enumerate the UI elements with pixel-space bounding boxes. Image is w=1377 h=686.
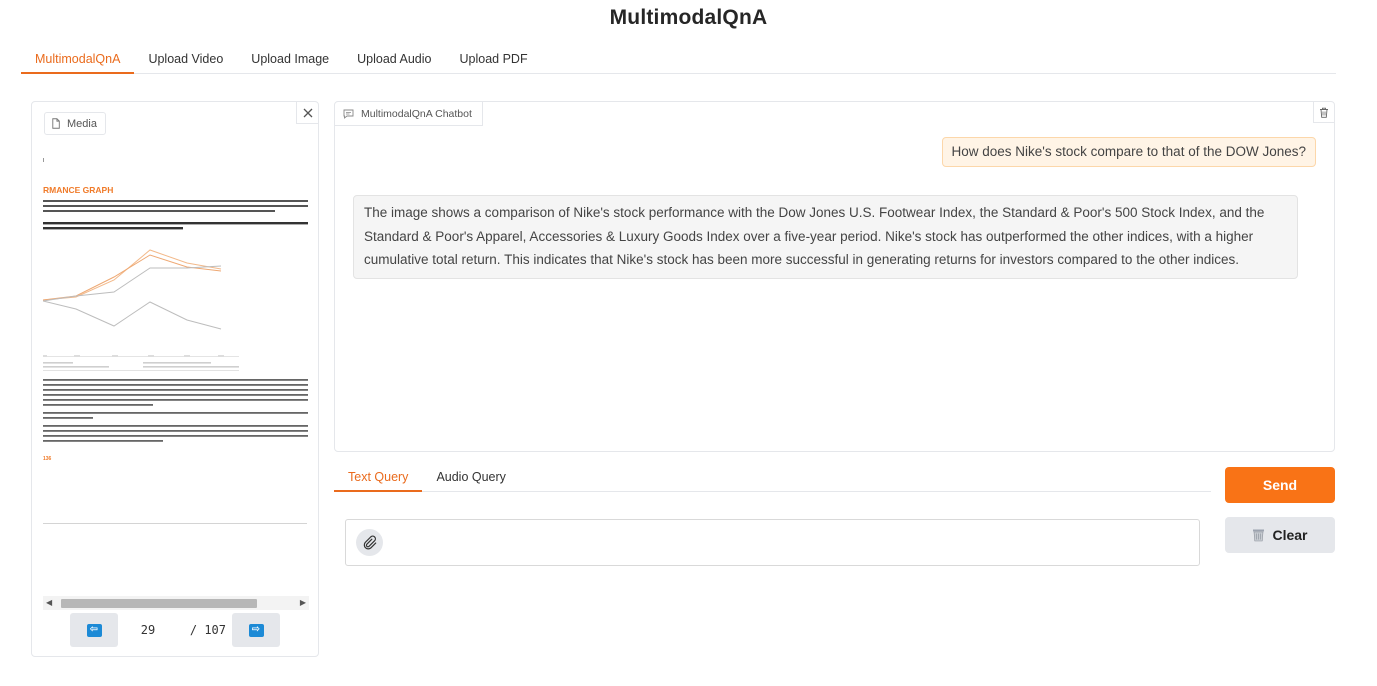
chatbot-label: MultimodalQnA Chatbot — [335, 102, 483, 126]
tab-upload-video[interactable]: Upload Video — [134, 44, 237, 74]
tab-multimodalqna[interactable]: MultimodalQnA — [21, 44, 135, 74]
query-tabs: Text Query Audio Query — [334, 466, 1211, 492]
close-icon[interactable] — [296, 102, 318, 124]
media-panel: Media RMANCE GRAPH 136 ◀ ▶ ⇦ 29 / 107 ⇨ — [31, 101, 319, 657]
pdf-footer-marker: 136 — [43, 456, 52, 462]
app-title: MultimodalQnA — [609, 6, 768, 29]
bot-message: The image shows a comparison of Nike's s… — [353, 195, 1298, 279]
pdf-page-image: RMANCE GRAPH 136 — [43, 158, 308, 462]
main-tabs: MultimodalQnA Upload Video Upload Image … — [21, 44, 1336, 74]
clear-button-label: Clear — [1272, 527, 1308, 543]
page-number[interactable]: 29 — [118, 623, 178, 637]
tab-upload-audio[interactable]: Upload Audio — [343, 44, 445, 74]
scroll-left-icon[interactable]: ◀ — [46, 598, 52, 607]
media-label: Media — [44, 112, 106, 135]
media-label-text: Media — [67, 117, 97, 130]
arrow-left-icon: ⇦ — [86, 623, 102, 637]
prev-page-button[interactable]: ⇦ — [70, 613, 118, 647]
paperclip-icon[interactable] — [356, 529, 383, 556]
chat-bubble-icon — [343, 109, 354, 119]
scroll-right-icon[interactable]: ▶ — [300, 598, 306, 607]
arrow-right-icon: ⇨ — [248, 623, 264, 637]
text-query-input[interactable] — [345, 519, 1200, 566]
pdf-divider — [43, 523, 307, 524]
pdf-heading: RMANCE GRAPH — [43, 185, 113, 195]
tab-audio-query[interactable]: Audio Query — [422, 466, 519, 492]
send-button[interactable]: Send — [1225, 467, 1335, 503]
trash-can-icon — [1253, 529, 1265, 542]
chatbot-panel: MultimodalQnA Chatbot How does Nike's st… — [334, 101, 1335, 452]
next-page-button[interactable]: ⇨ — [232, 613, 280, 647]
page-total: / 107 — [189, 623, 226, 637]
chatbot-label-text: MultimodalQnA Chatbot — [361, 107, 472, 120]
horizontal-scrollbar[interactable]: ◀ ▶ — [43, 596, 309, 610]
tab-upload-image[interactable]: Upload Image — [237, 44, 343, 74]
tab-text-query[interactable]: Text Query — [334, 466, 423, 492]
user-message: How does Nike's stock compare to that of… — [941, 137, 1316, 167]
pdf-page-preview[interactable]: RMANCE GRAPH 136 — [43, 150, 309, 590]
scrollbar-thumb[interactable] — [61, 599, 257, 608]
trash-icon[interactable] — [1313, 102, 1334, 123]
clear-button[interactable]: Clear — [1225, 517, 1335, 553]
tab-upload-pdf[interactable]: Upload PDF — [446, 44, 542, 74]
file-icon — [52, 118, 60, 129]
pdf-pager: ⇦ 29 / 107 ⇨ — [70, 613, 280, 647]
